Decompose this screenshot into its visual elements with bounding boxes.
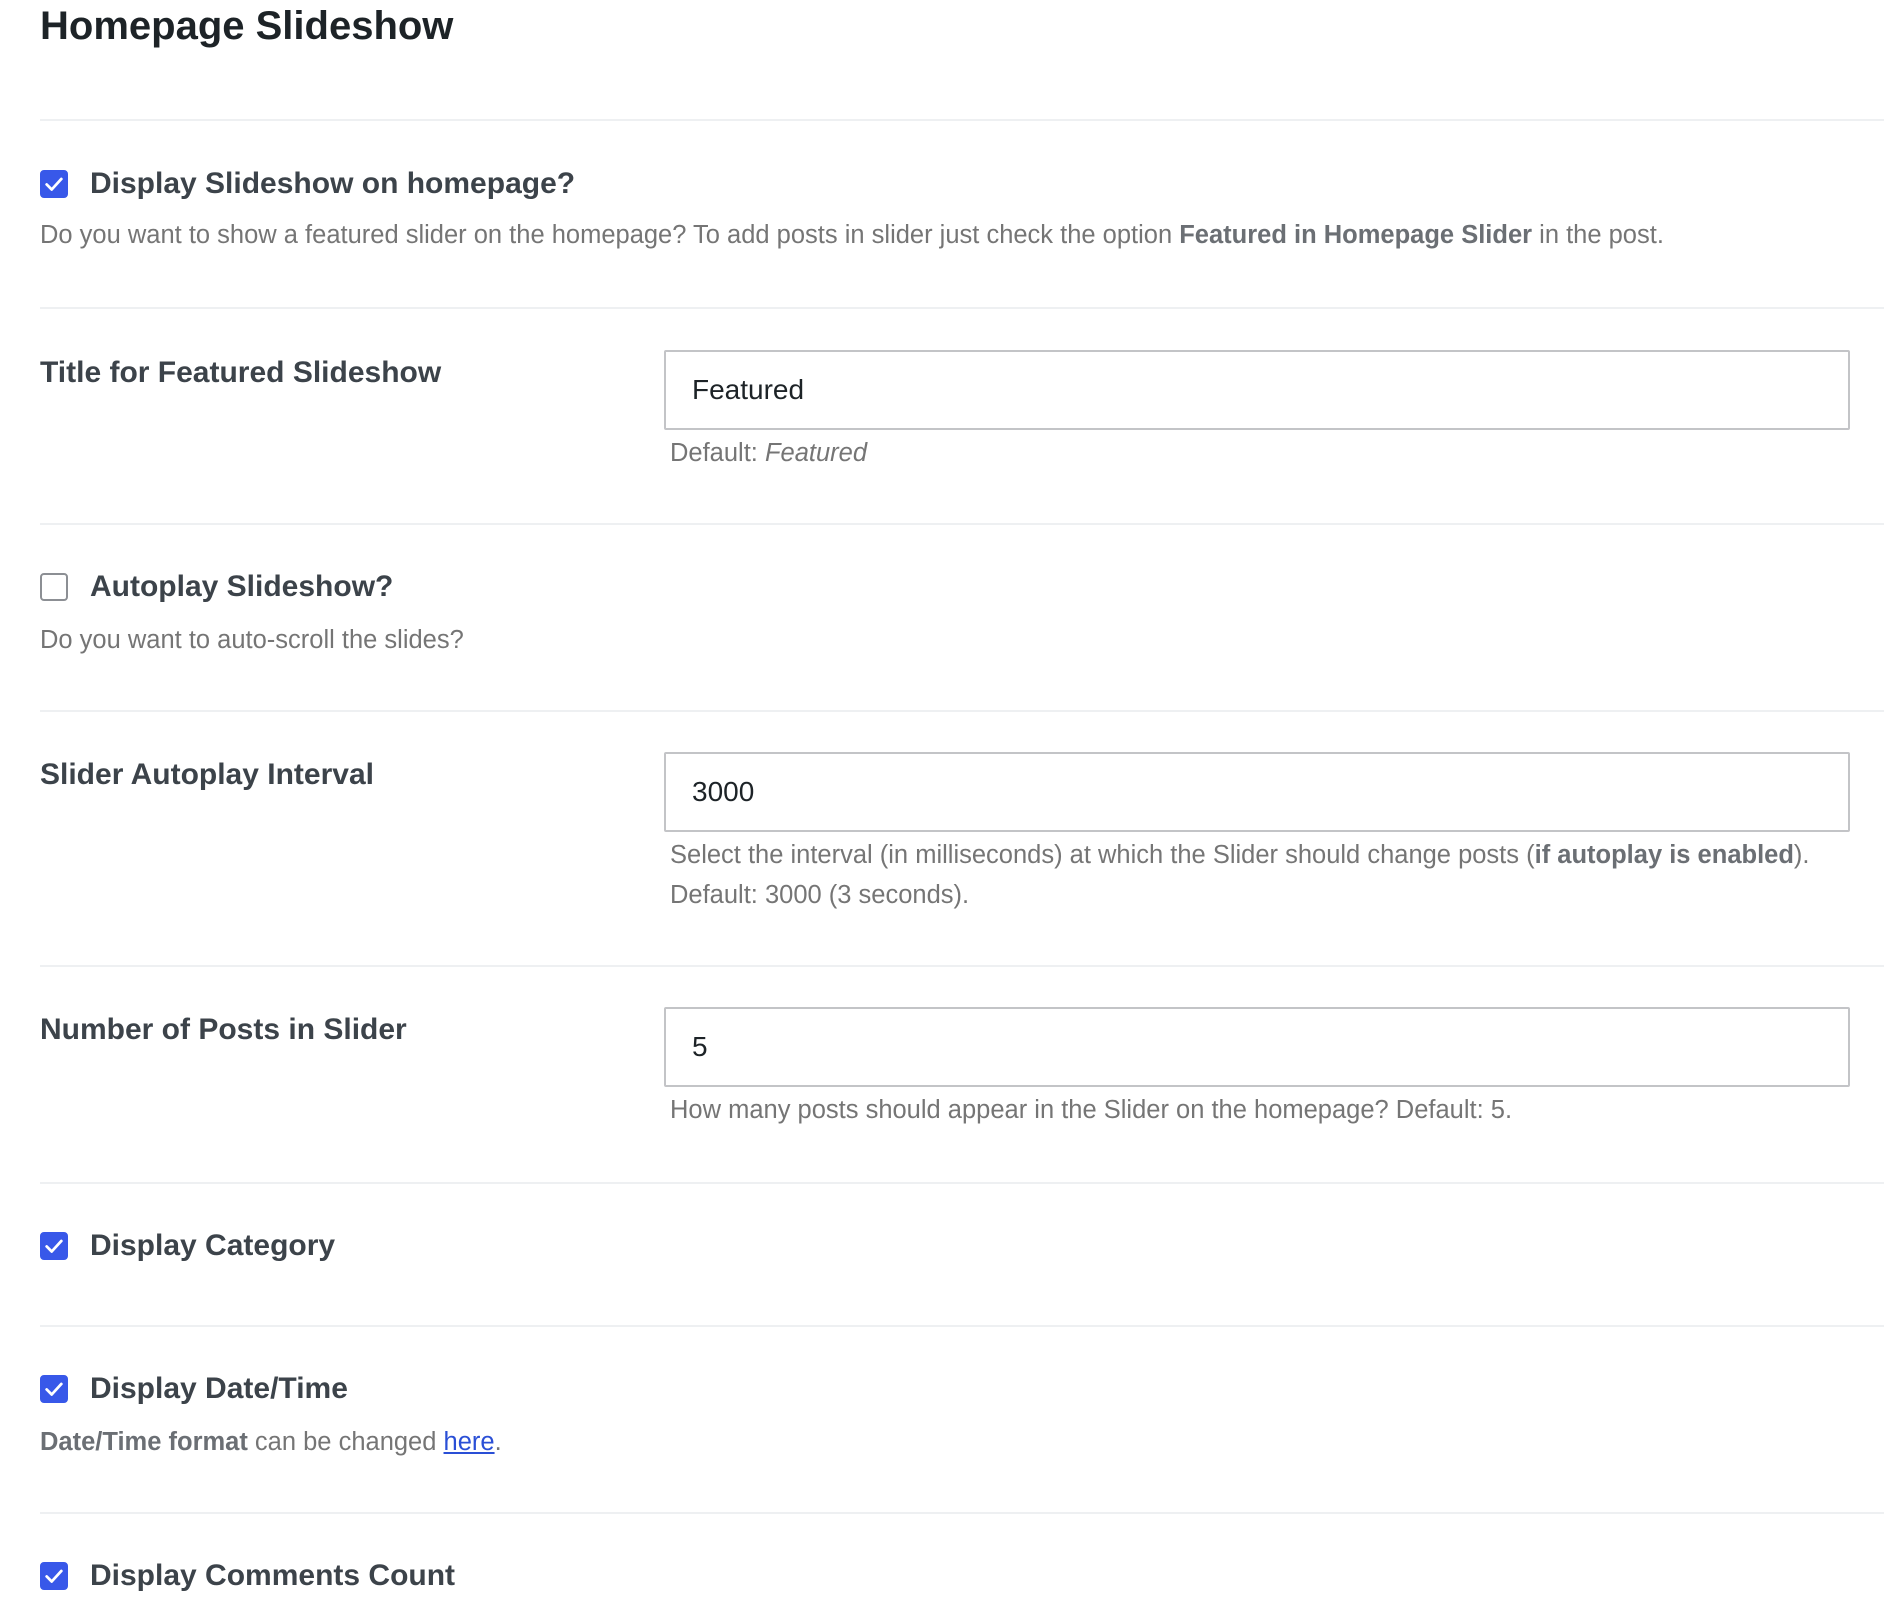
autoplay-checkbox[interactable] [40,573,68,601]
display-slideshow-row: Display Slideshow on homepage? [40,164,575,204]
help-text: Select the interval (in milliseconds) at… [670,841,1535,869]
section-divider [40,523,1884,525]
help-text: Default: [670,439,765,467]
display-comments-row: Display Comments Count [40,1556,455,1596]
display-comments-checkbox[interactable] [40,1562,68,1590]
help-default-value: Featured [764,439,868,467]
display-category-row: Display Category [40,1226,335,1266]
section-divider [40,1182,1884,1184]
page-title: Homepage Slideshow [40,4,454,48]
section-divider [40,119,1884,121]
checkmark-icon [45,1569,63,1583]
checkmark-icon [45,177,63,191]
display-datetime-row: Display Date/Time [40,1369,348,1409]
posts-field-label: Number of Posts in Slider [40,1013,407,1046]
title-field-label: Title for Featured Slideshow [40,356,442,389]
display-datetime-description: Date/Time format can be changed here. [40,1422,502,1462]
display-slideshow-description: Do you want to show a featured slider on… [40,215,1664,255]
settings-page: Homepage Slideshow Display Slideshow on … [0,0,1904,1609]
interval-field-label: Slider Autoplay Interval [40,758,374,791]
title-field-help: Default: Featured [670,433,1850,473]
display-category-checkbox[interactable] [40,1232,68,1260]
description-emphasis: Date/Time format [40,1428,248,1456]
section-divider [40,710,1884,712]
description-text: . [494,1428,502,1456]
section-divider [40,1512,1884,1514]
display-slideshow-label[interactable]: Display Slideshow on homepage? [90,164,575,204]
display-slideshow-checkbox[interactable] [40,170,68,198]
section-divider [40,965,1884,967]
autoplay-row: Autoplay Slideshow? [40,567,393,607]
description-text: can be changed [247,1428,444,1456]
datetime-format-link[interactable]: here [444,1428,495,1456]
checkmark-icon [45,1382,63,1396]
section-divider [40,307,1884,309]
description-text: in the post. [1532,221,1664,249]
checkmark-icon [45,1239,63,1253]
help-emphasis: if autoplay is enabled [1534,841,1794,869]
display-category-label[interactable]: Display Category [90,1226,335,1266]
autoplay-interval-input[interactable] [664,752,1850,832]
autoplay-description: Do you want to auto-scroll the slides? [40,626,464,654]
display-comments-label[interactable]: Display Comments Count [90,1556,455,1596]
display-datetime-label[interactable]: Display Date/Time [90,1369,348,1409]
posts-field-help: How many posts should appear in the Slid… [670,1096,1513,1124]
section-divider [40,1325,1884,1327]
slideshow-title-input[interactable] [664,350,1850,430]
autoplay-label[interactable]: Autoplay Slideshow? [90,567,393,607]
display-datetime-checkbox[interactable] [40,1375,68,1403]
interval-field-help: Select the interval (in milliseconds) at… [670,835,1850,915]
posts-count-input[interactable] [664,1007,1850,1087]
description-emphasis: Featured in Homepage Slider [1179,221,1533,249]
description-text: Do you want to show a featured slider on… [40,221,1180,249]
